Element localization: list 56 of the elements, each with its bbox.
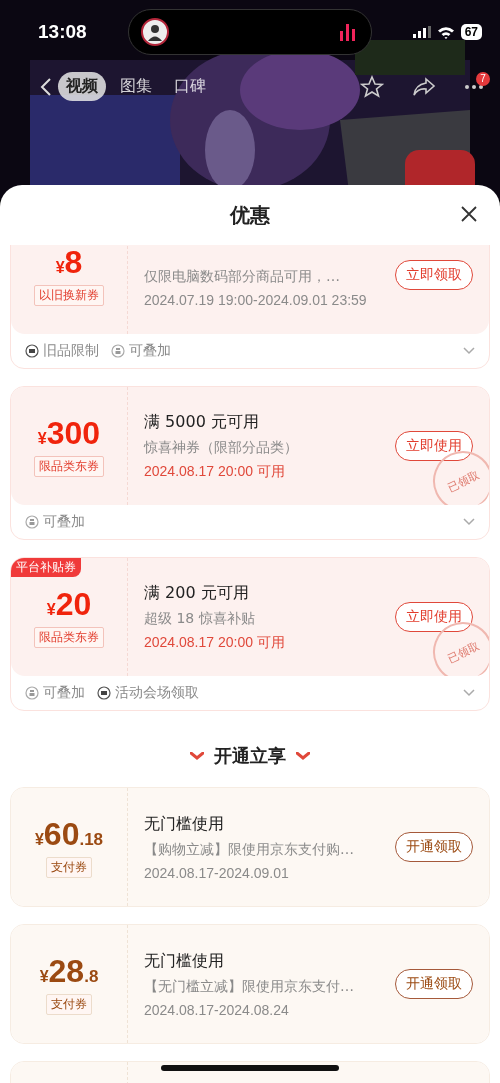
coupon-validity: 2024.08.17 20:00 可用: [144, 462, 286, 481]
chevron-icon: [296, 752, 310, 760]
media-tab[interactable]: 图集: [112, 72, 160, 101]
close-icon[interactable]: [460, 205, 478, 223]
panel-title: 优惠: [230, 201, 270, 229]
coupon-amount: ¥20: [46, 586, 92, 623]
more-icon[interactable]: [464, 83, 484, 90]
claim-button[interactable]: 立即使用: [395, 602, 473, 632]
stack-icon: [25, 686, 39, 700]
coupon-type-label: 支付券: [46, 857, 92, 878]
claim-button[interactable]: 立即领取: [395, 260, 473, 290]
media-tab[interactable]: 口碑: [166, 72, 214, 101]
badge-icon: [25, 344, 39, 358]
audio-bars-icon: [338, 23, 357, 41]
stack-icon: [25, 515, 39, 529]
claim-button[interactable]: 立即使用: [395, 431, 473, 461]
coupon-feature: 活动会场领取: [115, 684, 199, 702]
claim-button[interactable]: 开通领取: [395, 832, 473, 862]
status-time: 13:08: [38, 21, 87, 43]
badge-icon: [97, 686, 111, 700]
coupon-amount: ¥28.8: [39, 953, 99, 990]
coupon-description: 【购物立减】限使用京东支付购…: [144, 840, 355, 859]
coupon-feature: 旧品限制: [43, 342, 99, 360]
coupon-feature: 可叠加: [129, 342, 171, 360]
coupon-type-label: 限品类东券: [34, 456, 104, 477]
coupon-title: 满 5000 元可用: [144, 411, 260, 433]
share-icon[interactable]: [412, 76, 436, 97]
coupon-type-label: 以旧换新券: [34, 285, 104, 306]
coupon-title: 满 200 元可用: [144, 582, 250, 604]
coupon-amount: ¥300: [37, 415, 101, 452]
coupon-description: 【无门槛立减】限使用京东支付…: [144, 977, 355, 996]
stack-icon: [111, 344, 125, 358]
coupon-feature: 可叠加: [43, 513, 85, 531]
wifi-icon: [436, 25, 455, 39]
claim-button[interactable]: 开通领取: [395, 969, 473, 999]
coupon-amount: ¥60.18: [34, 816, 104, 853]
coupon-type-label: 支付券: [46, 994, 92, 1015]
coupon-feature: 可叠加: [43, 684, 85, 702]
section-title: 开通立享: [214, 744, 286, 768]
coupon-title: 无门槛使用: [144, 813, 225, 835]
coupon-validity: 2024.08.17 20:00 可用: [144, 633, 286, 652]
coupon-title: 无门槛使用: [144, 950, 225, 972]
corner-label: 平台补贴券: [11, 558, 81, 577]
coupon-description: 超级 18 惊喜补贴: [144, 609, 256, 628]
coupon-validity: 2024.08.17-2024.08.24: [144, 1001, 290, 1018]
back-icon[interactable]: [40, 76, 52, 97]
chevron-icon: [190, 752, 204, 760]
coupon-validity: 2024.08.17-2024.09.01: [144, 864, 290, 881]
coupon-validity: 2024.07.19 19:00-2024.09.01 23:59: [144, 291, 368, 308]
avatar-icon: [140, 18, 169, 46]
signal-icon: [412, 26, 431, 38]
coupon-description: 惊喜神券（限部分品类）: [144, 438, 299, 457]
coupon-type-label: 限品类东券: [34, 627, 104, 648]
coupon-description: 仅限电脑数码部分商品可用，…: [144, 267, 341, 286]
coupon-amount: ¥8: [55, 245, 83, 281]
star-icon[interactable]: [360, 74, 384, 99]
